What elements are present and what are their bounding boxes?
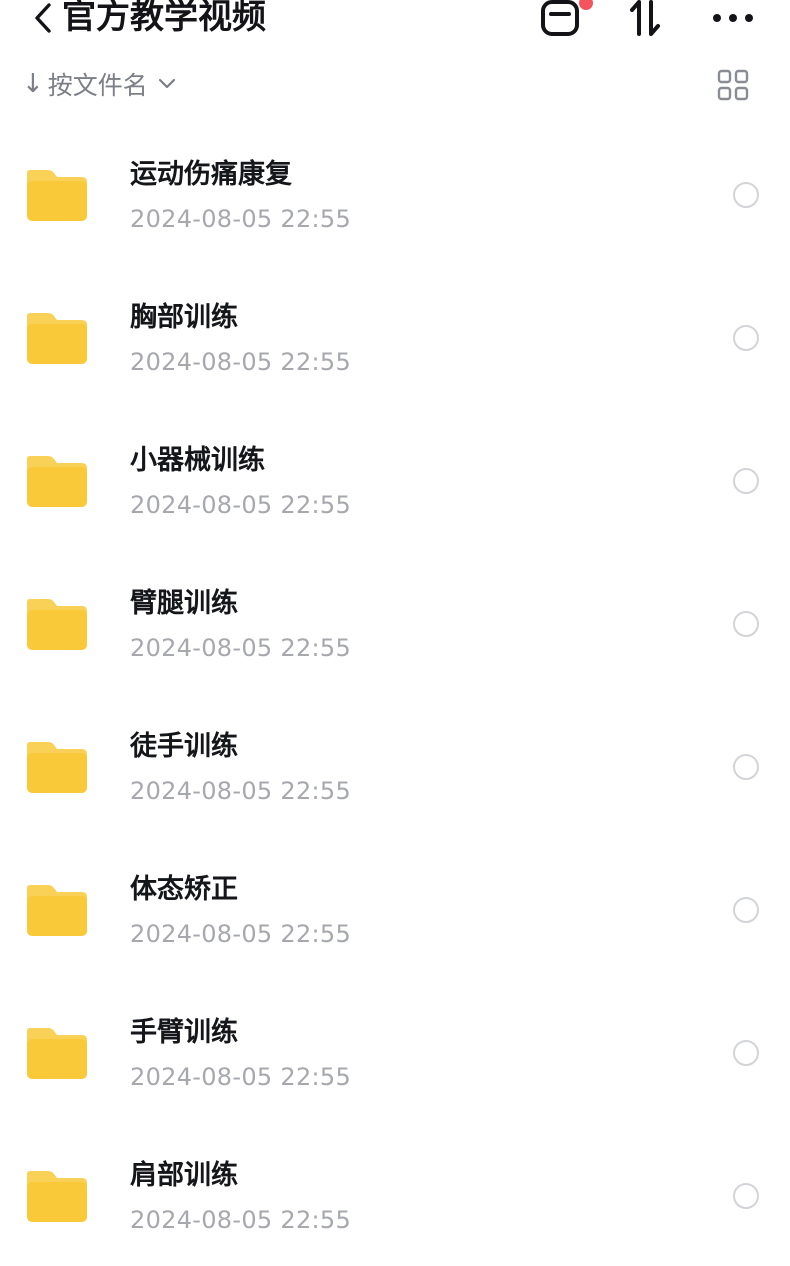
folder-date: 2024-08-05 22:55: [130, 1063, 352, 1091]
select-checkbox[interactable]: [733, 897, 759, 923]
list-item[interactable]: 徒手训练 2024-08-05 22:55: [0, 694, 790, 837]
list-item[interactable]: 运动伤痛康复 2024-08-05 22:55: [0, 122, 790, 265]
sort-direction-icon: ↓: [22, 69, 44, 99]
more-button[interactable]: [706, 0, 760, 40]
folder-date: 2024-08-05 22:55: [130, 777, 352, 805]
folder-icon: [27, 170, 87, 221]
list-item[interactable]: 体态矫正 2024-08-05 22:55: [0, 837, 790, 980]
notification-dot: [579, 0, 593, 10]
more-icon: [713, 14, 753, 22]
folder-date: 2024-08-05 22:55: [130, 920, 352, 948]
transfer-icon: [541, 0, 579, 36]
folder-name: 胸部训练: [130, 302, 238, 333]
folder-date: 2024-08-05 22:55: [130, 1206, 352, 1234]
sort-label: 按文件名: [47, 71, 148, 100]
list-item[interactable]: 小器械训练 2024-08-05 22:55: [0, 408, 790, 551]
folder-name: 体态矫正: [130, 874, 238, 905]
folder-name: 手臂训练: [130, 1017, 238, 1048]
select-checkbox[interactable]: [733, 754, 759, 780]
select-checkbox[interactable]: [733, 182, 759, 208]
grid-view-icon: [717, 69, 749, 101]
folder-icon: [27, 313, 87, 364]
transfer-button[interactable]: [534, 0, 586, 40]
folder-name: 运动伤痛康复: [130, 159, 292, 190]
app-header: 官方教学视频: [0, 0, 790, 48]
select-checkbox[interactable]: [733, 1040, 759, 1066]
grid-view-button[interactable]: [716, 68, 750, 102]
folder-icon: [27, 1028, 87, 1079]
file-list: 运动伤痛康复 2024-08-05 22:55 胸部训练 2024-08-05 22:…: [0, 122, 790, 1266]
select-checkbox[interactable]: [733, 468, 759, 494]
folder-icon: [27, 1171, 87, 1222]
list-item[interactable]: 胸部训练 2024-08-05 22:55: [0, 265, 790, 408]
select-checkbox[interactable]: [733, 1183, 759, 1209]
folder-name: 肩部训练: [130, 1160, 238, 1191]
select-checkbox[interactable]: [733, 611, 759, 637]
list-item[interactable]: 肩部训练 2024-08-05 22:55: [0, 1123, 790, 1266]
list-item[interactable]: 手臂训练 2024-08-05 22:55: [0, 980, 790, 1123]
back-button[interactable]: [28, 0, 58, 38]
chevron-left-icon: [35, 3, 51, 33]
folder-name: 小器械训练: [130, 445, 265, 476]
select-checkbox[interactable]: [733, 325, 759, 351]
folder-name: 徒手训练: [130, 731, 238, 762]
folder-name: 臂腿训练: [130, 588, 238, 619]
folder-icon: [27, 885, 87, 936]
page-title: 官方教学视频: [62, 0, 266, 37]
sort-by-name-button[interactable]: ↓ 按文件名: [22, 62, 176, 106]
sort-icon: [630, 0, 660, 36]
chevron-down-icon: [158, 78, 176, 90]
folder-icon: [27, 742, 87, 793]
folder-date: 2024-08-05 22:55: [130, 348, 352, 376]
folder-date: 2024-08-05 22:55: [130, 491, 352, 519]
folder-icon: [27, 456, 87, 507]
sort-button[interactable]: [624, 0, 666, 40]
folder-icon: [27, 599, 87, 650]
folder-date: 2024-08-05 22:55: [130, 205, 352, 233]
list-item[interactable]: 臂腿训练 2024-08-05 22:55: [0, 551, 790, 694]
folder-date: 2024-08-05 22:55: [130, 634, 352, 662]
sort-bar: ↓ 按文件名: [0, 62, 790, 106]
